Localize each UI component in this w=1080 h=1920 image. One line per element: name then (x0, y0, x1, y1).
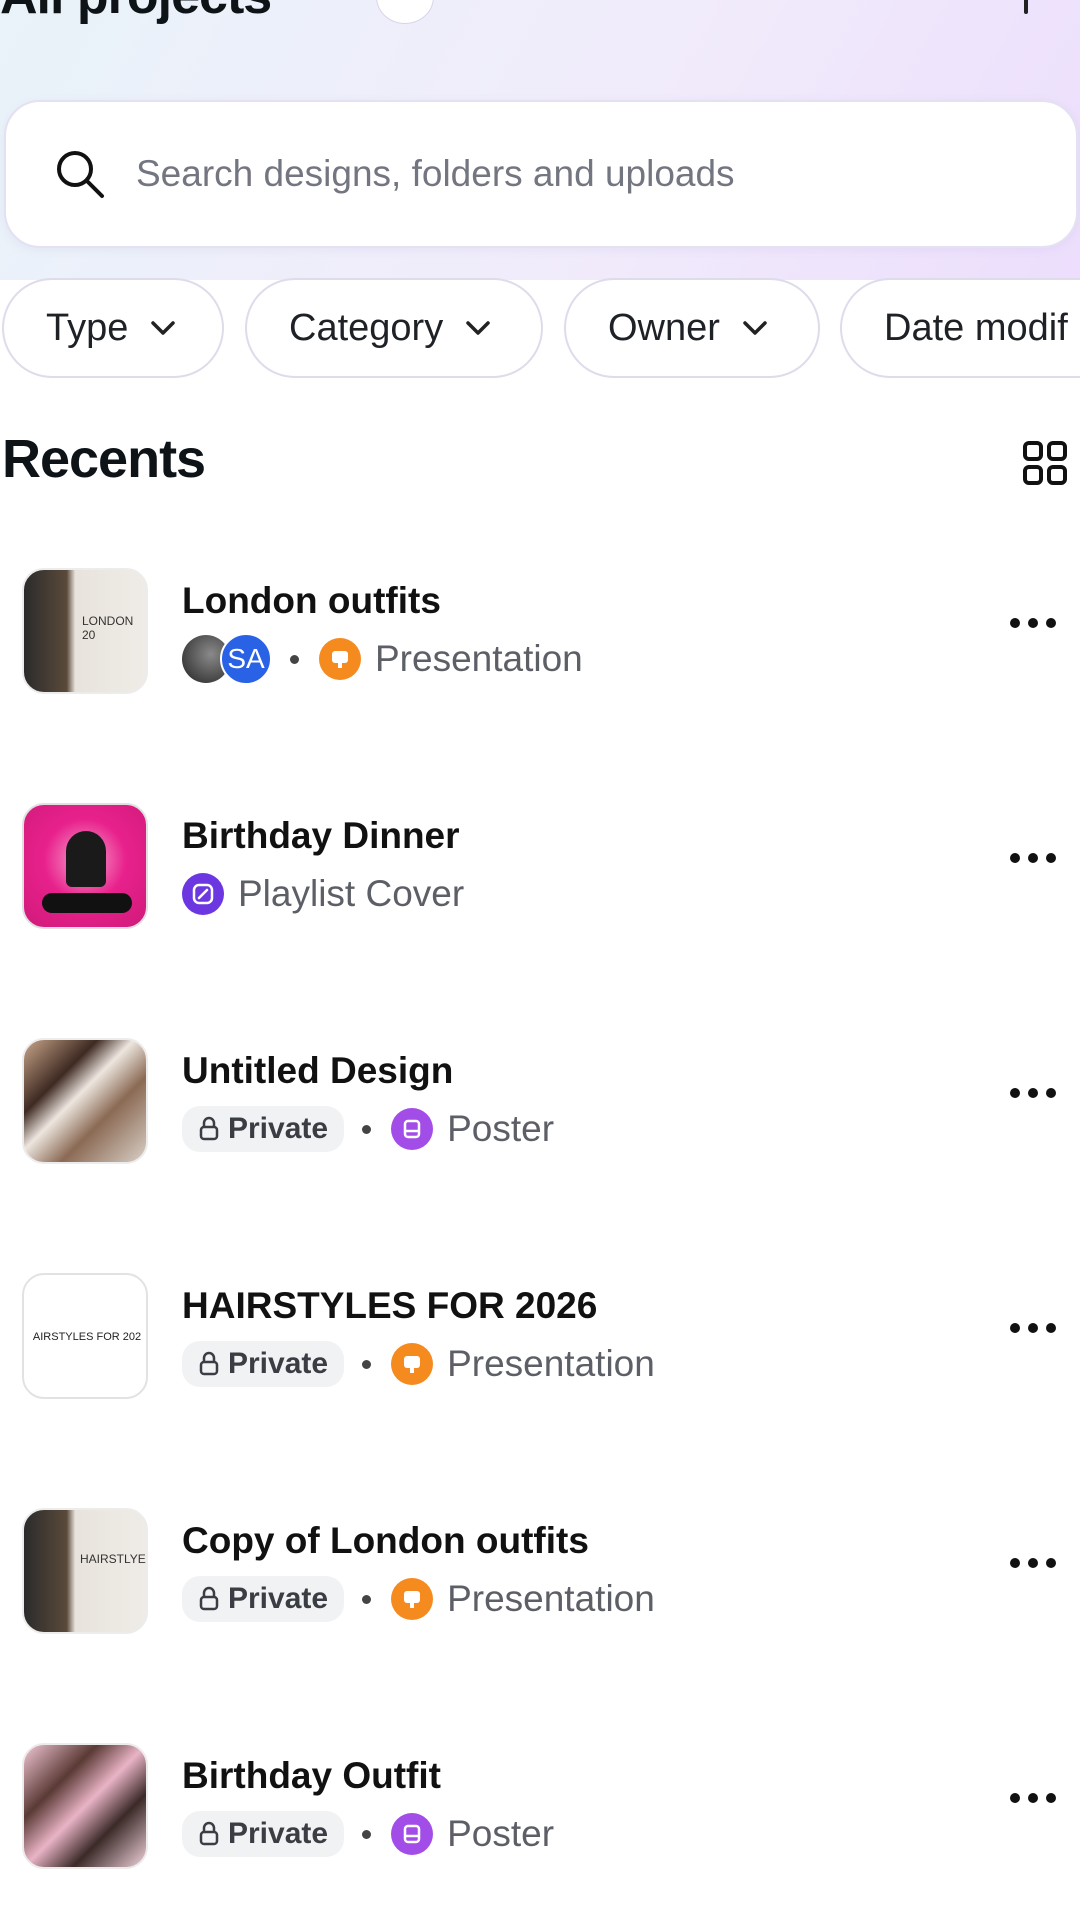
filter-type[interactable]: Type (2, 278, 224, 378)
more-options-icon[interactable] (1010, 853, 1064, 863)
more-options-icon[interactable] (1010, 618, 1064, 628)
filter-date-modified[interactable]: Date modif (840, 278, 1080, 378)
separator-dot (362, 1829, 372, 1839)
more-options-icon[interactable] (1010, 1558, 1064, 1568)
design-type: Presentation (375, 638, 583, 679)
privacy-badge: Private (182, 1576, 345, 1622)
filter-chips: Type Category Owner Date modif (0, 278, 1080, 386)
list-item[interactable]: LONDON 20 London outfits SA Presentation (0, 568, 1080, 708)
filter-owner-label: Owner (608, 306, 720, 349)
presentation-icon (391, 1343, 434, 1385)
design-type: Playlist Cover (238, 873, 465, 914)
filter-category-label: Category (289, 306, 444, 349)
design-title: Copy of London outfits (182, 1520, 589, 1561)
privacy-badge: Private (182, 1341, 345, 1387)
privacy-label: Private (228, 1582, 329, 1615)
design-meta: Private Presentation (182, 1337, 655, 1391)
privacy-badge: Private (182, 1811, 345, 1857)
design-type: Presentation (447, 1578, 655, 1619)
list-item[interactable]: AIRSTYLES FOR 202 HAIRSTYLES FOR 2026 Pr… (0, 1273, 1080, 1413)
design-title: London outfits (182, 580, 441, 621)
add-icon[interactable] (1024, 0, 1028, 14)
presentation-icon (319, 638, 361, 680)
design-thumbnail (22, 803, 148, 929)
lock-icon (199, 1586, 219, 1611)
design-meta: Playlist Cover (182, 867, 464, 921)
poster-icon (391, 1813, 434, 1855)
design-thumbnail: HAIRSTLYE (22, 1508, 148, 1634)
list-item[interactable]: Untitled Design Private Poster (0, 1038, 1080, 1178)
privacy-badge: Private (182, 1106, 345, 1152)
filter-category[interactable]: Category (245, 278, 543, 378)
design-meta: Private Poster (182, 1807, 554, 1861)
grid-view-icon[interactable] (1022, 440, 1068, 486)
thumbnail-text: HAIRSTLYE (80, 1552, 146, 1566)
thumbnail-text: AIRSTYLES FOR 202 (32, 1331, 142, 1343)
design-title: Untitled Design (182, 1050, 454, 1091)
design-meta: SA Presentation (182, 632, 583, 686)
avatar-initials: SA (220, 633, 272, 685)
filter-type-label: Type (46, 306, 129, 349)
chevron-down-icon (743, 321, 767, 335)
search-input[interactable]: Search designs, folders and uploads (136, 153, 735, 195)
privacy-label: Private (228, 1112, 329, 1145)
search-bar[interactable]: Search designs, folders and uploads (4, 100, 1078, 248)
lock-icon (199, 1116, 219, 1141)
list-item[interactable]: HAIRSTLYE Copy of London outfits Private… (0, 1508, 1080, 1648)
page-title: All projects (0, 0, 272, 26)
design-title: Birthday Dinner (182, 815, 460, 856)
lock-icon (199, 1821, 219, 1846)
more-options-icon[interactable] (1010, 1793, 1064, 1803)
design-type: Poster (447, 1108, 555, 1149)
design-thumbnail (22, 1038, 148, 1164)
design-type: Presentation (447, 1343, 655, 1384)
section-title-recents: Recents (2, 429, 206, 489)
list-item[interactable]: Birthday Outfit Private Poster (0, 1743, 1080, 1883)
separator-dot (290, 654, 299, 664)
design-meta: Private Presentation (182, 1572, 655, 1626)
collaborator-avatars: SA (182, 633, 272, 685)
search-icon (57, 151, 104, 198)
design-thumbnail: LONDON 20 (22, 568, 148, 694)
filter-date-label: Date modif (884, 306, 1068, 349)
lock-icon (199, 1351, 219, 1376)
more-options-icon[interactable] (1010, 1323, 1064, 1333)
chevron-down-icon (151, 321, 176, 335)
poster-icon (391, 1108, 434, 1150)
filter-owner[interactable]: Owner (564, 278, 820, 378)
design-meta: Private Poster (182, 1102, 554, 1156)
chevron-down-icon (466, 321, 490, 335)
design-type: Poster (447, 1813, 555, 1854)
presentation-icon (391, 1578, 434, 1620)
thumbnail-text: LONDON 20 (82, 614, 134, 642)
more-options-icon[interactable] (1010, 1088, 1064, 1098)
design-title: HAIRSTYLES FOR 2026 (182, 1285, 598, 1326)
list-item[interactable]: Birthday Dinner Playlist Cover (0, 803, 1080, 943)
separator-dot (362, 1594, 372, 1604)
design-thumbnail (22, 1743, 148, 1869)
separator-dot (362, 1359, 372, 1369)
privacy-label: Private (228, 1817, 329, 1850)
design-thumbnail: AIRSTYLES FOR 202 (22, 1273, 148, 1399)
playlist-cover-icon (182, 873, 224, 915)
design-title: Birthday Outfit (182, 1755, 441, 1796)
separator-dot (362, 1124, 372, 1134)
privacy-label: Private (228, 1347, 329, 1380)
